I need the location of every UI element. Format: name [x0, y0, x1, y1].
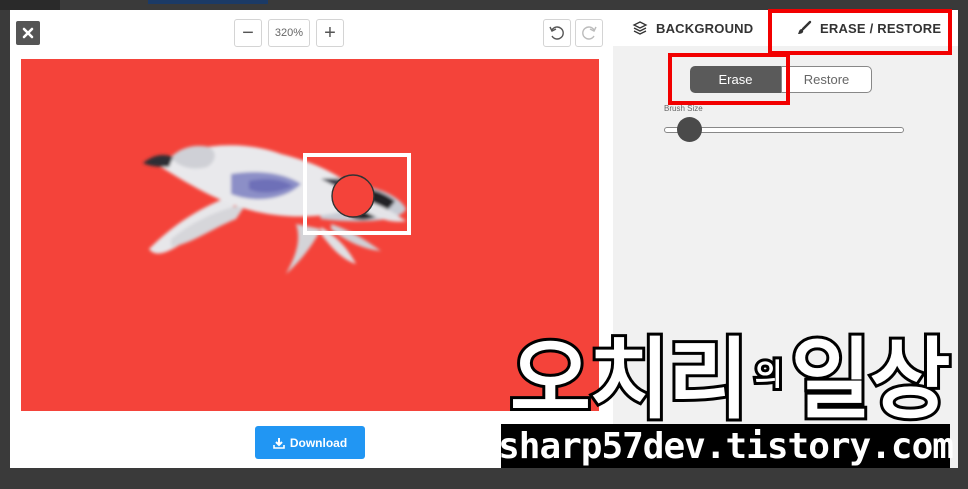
- zoom-out-button[interactable]: −: [234, 19, 262, 47]
- erase-highlight-box: [668, 53, 790, 105]
- tab-background[interactable]: BACKGROUND: [632, 10, 753, 46]
- zoom-level: 320%: [268, 19, 310, 47]
- watermark-url: sharp57dev.tistory.com: [498, 424, 954, 468]
- download-button[interactable]: Download: [255, 426, 365, 459]
- history-controls: [543, 19, 603, 47]
- undo-icon: [549, 26, 564, 40]
- top-strip-blue-bar: [148, 0, 268, 4]
- brush-cursor: [331, 174, 375, 218]
- tab-background-label: BACKGROUND: [656, 20, 754, 36]
- undo-button[interactable]: [543, 19, 571, 47]
- zoom-in-button[interactable]: +: [316, 19, 344, 47]
- zoom-controls: − 320% +: [234, 19, 344, 47]
- close-icon: [22, 27, 34, 39]
- layers-icon: [632, 21, 648, 35]
- brush-size-label: Brush Size: [664, 104, 703, 113]
- watermark-title: 오치리 의 일상: [507, 318, 953, 434]
- watermark-title-part3: 일상: [788, 325, 954, 434]
- tab-highlight-box: [768, 9, 952, 55]
- download-icon: [273, 437, 285, 449]
- download-label: Download: [289, 435, 348, 450]
- watermark-title-part1: 오치리: [507, 325, 752, 434]
- redo-button[interactable]: [575, 19, 603, 47]
- top-strip-dark-area: [0, 0, 60, 10]
- watermark-title-part2: 의: [752, 355, 786, 396]
- redo-icon: [582, 26, 597, 40]
- restore-button[interactable]: Restore: [781, 66, 872, 93]
- close-button[interactable]: [16, 21, 40, 45]
